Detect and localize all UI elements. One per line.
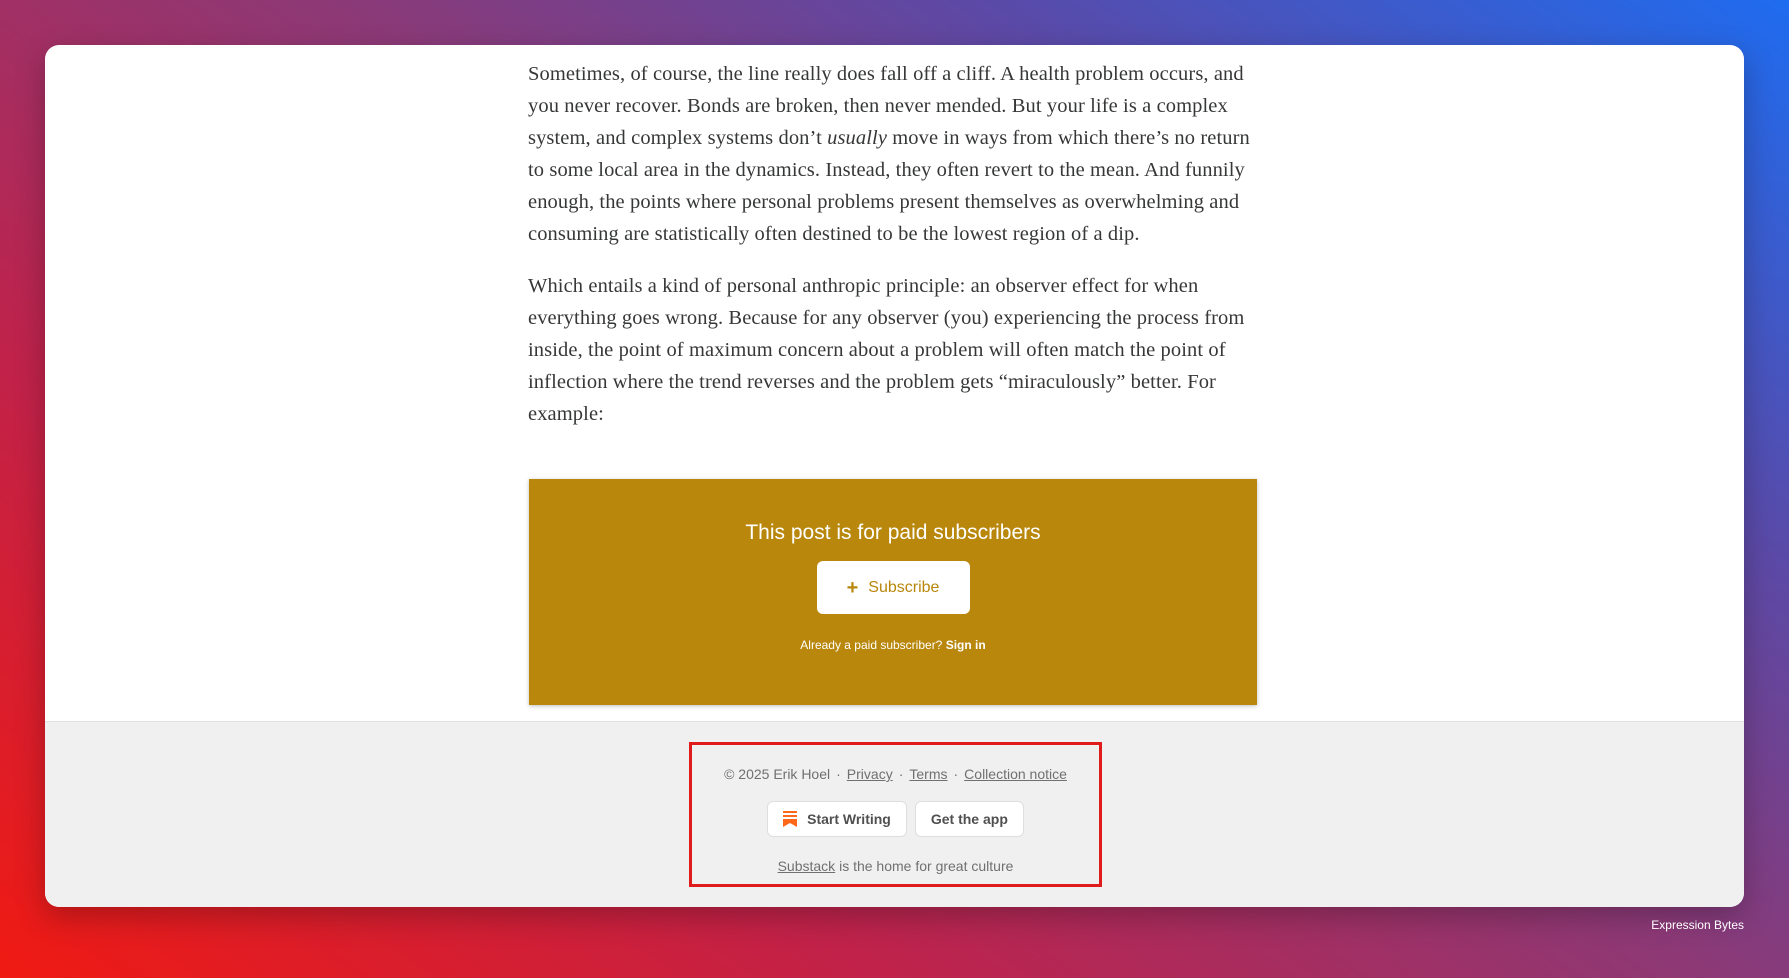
article-paragraph: Sometimes, of course, the line really do… [528, 63, 1250, 245]
substack-link[interactable]: Substack [778, 858, 836, 874]
privacy-link[interactable]: Privacy [847, 766, 893, 782]
substack-logo-icon [783, 811, 798, 827]
plus-icon: + [846, 576, 859, 599]
separator: · [836, 766, 841, 782]
copyright-text: © 2025 Erik Hoel [724, 766, 831, 782]
emphasis-usually: usually [827, 127, 888, 149]
separator: · [953, 766, 959, 782]
terms-link[interactable]: Terms [909, 766, 947, 782]
footer-buttons: Start Writing Get the app [692, 801, 1099, 837]
get-app-button[interactable]: Get the app [914, 801, 1024, 837]
footer: © 2025 Erik Hoel · Privacy · Terms · Collectio… [45, 721, 1744, 907]
subscribe-label: Subscribe [868, 578, 940, 596]
sign-in-link[interactable]: Sign in [946, 638, 986, 652]
footer-tagline: Substack is the home for great culture [777, 858, 1014, 874]
separator: · [898, 766, 904, 782]
footer-highlight-box: © 2025 Erik Hoel · Privacy · Terms · Collectio… [689, 742, 1102, 887]
article-paragraph: Which entails a kind of personal anthrop… [528, 275, 1245, 425]
browser-window: Sometimes, of course, the line really do… [45, 45, 1744, 907]
start-writing-label: Start Writing [807, 811, 891, 827]
collection-notice-link[interactable]: Collection notice [964, 766, 1067, 782]
footer-links: © 2025 Erik Hoel · Privacy · Terms · Collectio… [692, 766, 1099, 782]
subscribe-button[interactable]: + Subscribe [816, 561, 970, 614]
paywall-title: This post is for paid subscribers [745, 521, 1041, 544]
signin-prompt: Already a paid subscriber? Sign in [800, 638, 986, 652]
paywall-banner: This post is for paid subscribers + Subs… [529, 479, 1257, 705]
article-body: Sometimes, of course, the line really do… [528, 58, 1263, 450]
get-app-label: Get the app [930, 811, 1008, 827]
watermark: Expression Bytes [1651, 918, 1744, 932]
start-writing-button[interactable]: Start Writing [767, 801, 907, 837]
